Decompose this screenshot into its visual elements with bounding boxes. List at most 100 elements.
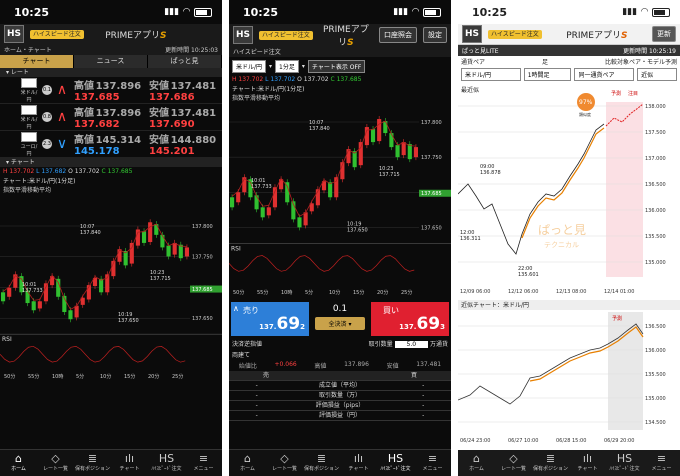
sell-value: 137.682 — [74, 119, 120, 130]
nav-item[interactable]: ⌂ ホーム — [229, 450, 266, 476]
status-time: 10:25 — [472, 5, 508, 19]
qty-input[interactable]: 5.0 — [394, 341, 429, 348]
nav-label: ﾊｲｽﾋﾟｰﾄﾞ注文 — [151, 466, 182, 472]
rate-section-header[interactable]: ▾ レート — [0, 68, 222, 77]
chart-section-header[interactable]: ▾ チャート — [0, 158, 222, 167]
pair-name: 米ドル/円 — [20, 116, 38, 130]
nav-icon: ◇ — [509, 452, 518, 465]
stop-loss-label[interactable]: 決済逆指値 — [232, 339, 262, 348]
nav-item[interactable]: ⌂ ホーム — [0, 450, 37, 476]
refresh-button[interactable]: 更新 — [652, 26, 676, 42]
status-bar: 10:25 ▮▮▮ ◠ — [229, 0, 451, 24]
hs-logo-icon[interactable]: HS — [233, 26, 253, 44]
candlestick-chart[interactable]: 137.800137.750137.700137.65010:07137.840… — [229, 108, 451, 298]
nav-item[interactable]: HS ﾊｲｽﾋﾟｰﾄﾞ注文 — [606, 450, 643, 476]
nav-item[interactable]: ≡ メニュー — [414, 450, 451, 476]
account-inquiry-button[interactable]: 口座照会 — [379, 27, 417, 43]
buy-price[interactable]: 安値 137.481 137.686 — [147, 77, 222, 103]
bottom-nav: ⌂ ホーム ◇ レート一覧 ≣ 保有ポジション ılı チャート HS ﾊｲｽﾋﾟｰﾄﾞ注文 ≡ メニ… — [458, 450, 680, 476]
rate-row[interactable]: ユーロ/円 2.3 ∨ 高値 145.314 145.178 安値 144.880… — [0, 131, 222, 158]
app-title: PRIMEアプリS — [319, 22, 373, 48]
table-row-label: 評価損益（円） — [318, 412, 361, 419]
tab-news[interactable]: ニュース — [74, 55, 148, 68]
x-tick-label: 12/09 06:00 — [460, 289, 490, 295]
nav-item[interactable]: HS ﾊｲｽﾋﾟｰﾄﾞ注文 — [148, 450, 185, 476]
sell-price[interactable]: 高値 137.896 137.682 — [72, 104, 147, 130]
sell-price[interactable]: 高値 145.314 145.178 — [72, 131, 147, 157]
buy-label: 買い — [383, 306, 399, 315]
hs-logo-icon[interactable]: HS — [4, 25, 24, 43]
nav-item[interactable]: ⌂ ホーム — [458, 450, 495, 476]
x-tick-label: 5分 — [305, 289, 313, 296]
tab-quick-look[interactable]: ぱっと見 — [148, 55, 222, 68]
flag-icon: 米ドル/円 — [20, 104, 38, 130]
nav-item[interactable]: ≣ 保有ポジション — [303, 450, 340, 476]
nav-label: チャート — [348, 466, 369, 472]
nav-item[interactable]: ≣ 保有ポジション — [74, 450, 111, 476]
nav-item[interactable]: ≡ メニュー — [185, 450, 222, 476]
pair-select[interactable]: 米ドル/円 — [232, 59, 267, 73]
hs-logo-icon[interactable]: HS — [462, 25, 482, 43]
chevron-down-icon: ▾ — [301, 62, 305, 70]
nav-item[interactable]: ◇ レート一覧 — [495, 450, 532, 476]
nav-item[interactable]: HS ﾊｲｽﾋﾟｰﾄﾞ注文 — [377, 450, 414, 476]
x-tick-label: 55分 — [28, 373, 39, 380]
hedge-label[interactable]: 両建て — [232, 350, 250, 359]
nav-item[interactable]: ◇ レート一覧 — [266, 450, 303, 476]
nav-item[interactable]: ılı チャート — [340, 450, 377, 476]
comparison-chart[interactable]: 近似チャート：米ドル/円予測 136.500 136.000 135.500 135.0… — [458, 300, 680, 448]
y-tick-label: 134.500 — [645, 420, 666, 426]
annotation-value: 137.715 — [150, 276, 171, 282]
settle-all-button[interactable]: 全決済 ▾ — [315, 317, 365, 330]
chart-header-label: チャート — [10, 159, 35, 166]
sell-price[interactable]: 高値 137.896 137.685 — [72, 77, 147, 103]
high-speed-order-badge[interactable]: ハイスピード注文 — [30, 29, 84, 39]
annotation-value: 137.650 — [347, 227, 368, 233]
nav-label: ホーム — [11, 466, 26, 472]
similarity-chart[interactable]: 最近似 138.000 137.500 137.000 136.500 136.000 13… — [458, 84, 680, 299]
x-tick-label: 10時 — [52, 374, 63, 380]
high-speed-order-badge[interactable]: ハイスピード注文 — [259, 30, 313, 40]
x-tick-label: 20分 — [377, 289, 388, 296]
app-title: PRIMEアプリS — [90, 28, 182, 41]
forecast-tag: 予測 — [611, 90, 621, 97]
sell-button[interactable]: 売り ∧ 137.692 — [231, 302, 309, 336]
nav-item[interactable]: ılı チャート — [111, 450, 148, 476]
candle — [37, 301, 42, 309]
battery-icon — [652, 7, 670, 17]
nav-label: ﾊｲｽﾋﾟｰﾄﾞ注文 — [609, 466, 640, 472]
model-select[interactable]: 同一通貨ペア — [574, 68, 635, 81]
buy-price[interactable]: 安値 137.481 137.690 — [147, 104, 222, 130]
candle — [358, 142, 363, 166]
price-stats: 始値比 +0.066 高値 137.896 安値 137.481 — [229, 360, 451, 371]
last-price-label: 137.685 — [192, 287, 213, 293]
x-tick-label: 10時 — [281, 290, 292, 296]
buy-button[interactable]: 買い 137.693 — [371, 302, 449, 336]
table-row: - 評価損益（pips） - — [229, 401, 451, 411]
nav-item[interactable]: ılı チャート — [569, 450, 606, 476]
settings-button[interactable]: 設定 — [423, 27, 447, 43]
high-speed-order-badge[interactable]: ハイスピード注文 — [488, 29, 542, 39]
nav-item[interactable]: ≡ メニュー — [643, 450, 680, 476]
similarity-select[interactable]: 近似 — [637, 68, 677, 81]
moving-average-line — [2, 223, 187, 310]
similar-line — [521, 127, 605, 239]
buy-price[interactable]: 安値 144.880 145.201 — [147, 131, 222, 157]
app-title-text: PRIMEアプリ — [105, 30, 160, 41]
period-select[interactable]: 1分足 — [275, 59, 299, 73]
candle — [160, 234, 165, 248]
rate-row[interactable]: 米ドル/円 0.1 ∧ 高値 137.896 137.685 安値 137.481… — [0, 77, 222, 104]
low-label: 安値 — [149, 108, 169, 119]
table-row: - 成立値（平均） - — [229, 381, 451, 391]
chart-display-toggle[interactable]: チャート表示 OFF — [307, 59, 366, 73]
nav-item[interactable]: ◇ レート一覧 — [37, 450, 74, 476]
period-select[interactable]: 1時間足 — [523, 68, 572, 81]
sell-price-main: 69 — [276, 314, 301, 334]
tab-chart[interactable]: チャート — [0, 55, 74, 68]
rate-row[interactable]: 米ドル/円 0.8 ∧ 高値 137.896 137.682 安値 137.481… — [0, 104, 222, 131]
pair-select[interactable]: 米ドル/円 — [461, 68, 521, 81]
app-header: HS ハイスピード注文 PRIMEアプリS 更新 — [458, 24, 680, 45]
nav-item[interactable]: ≣ 保有ポジション — [532, 450, 569, 476]
candlestick-chart[interactable]: 137.800137.750137.700137.65010:07137.840… — [0, 212, 222, 382]
low-value: 137.481 — [170, 81, 217, 92]
